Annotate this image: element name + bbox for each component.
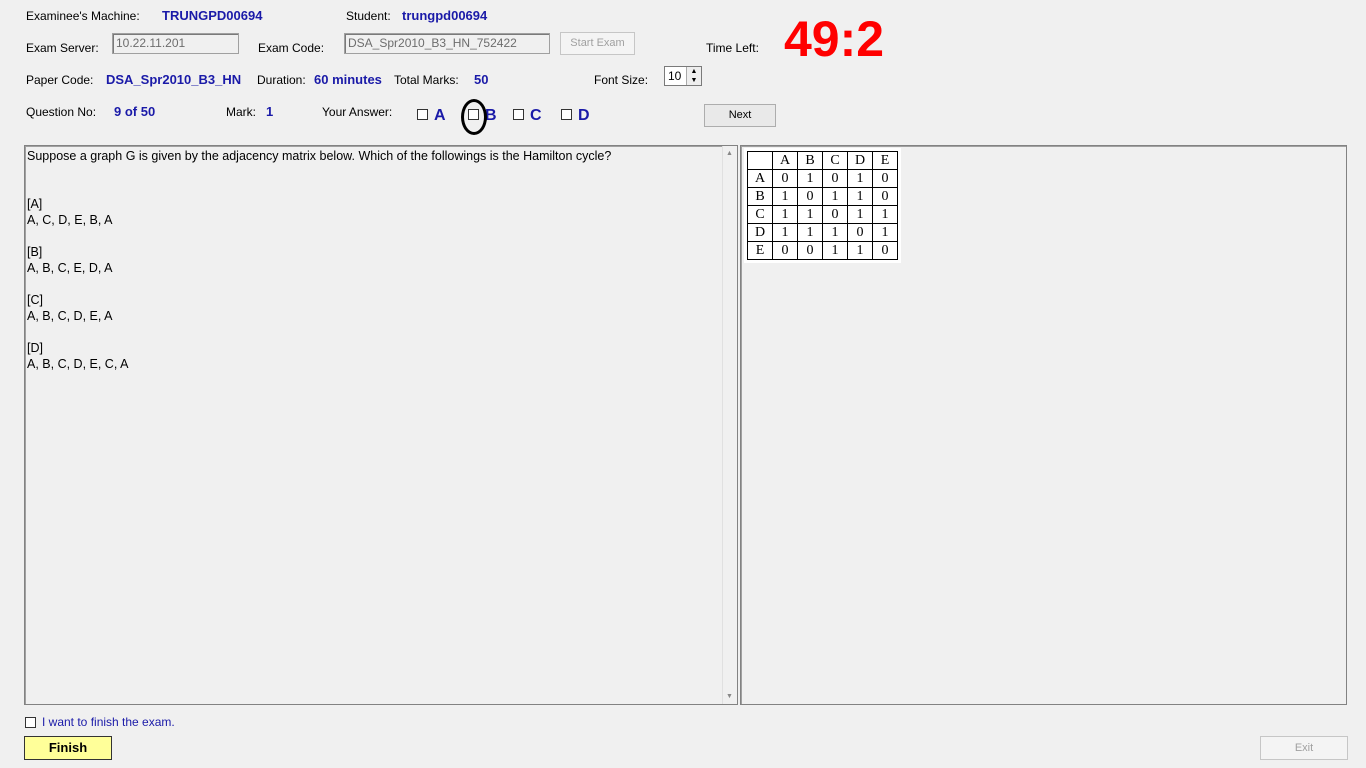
answer-a-label: A	[434, 107, 446, 124]
matrix-cell: 1	[872, 223, 898, 242]
matrix-row-header: B	[747, 187, 773, 206]
scroll-up-icon[interactable]: ▲	[726, 150, 733, 157]
duration-label: Duration:	[257, 73, 306, 87]
mark-label: Mark:	[226, 105, 256, 119]
matrix-cell: 1	[822, 241, 848, 260]
question-scrollbar[interactable]: ▲ ▼	[722, 146, 737, 704]
matrix-col-header: E	[872, 151, 898, 170]
matrix-cell: 0	[772, 169, 798, 188]
matrix-cell: 1	[847, 169, 873, 188]
answer-c-label: C	[530, 107, 542, 124]
scroll-down-icon[interactable]: ▼	[726, 693, 733, 700]
matrix-cell: 0	[847, 223, 873, 242]
matrix-corner	[747, 151, 773, 170]
matrix-cell: 1	[847, 241, 873, 260]
matrix-cell: 1	[872, 205, 898, 224]
font-size-value: 10	[668, 69, 682, 83]
spin-down-icon[interactable]: ▼	[686, 76, 701, 85]
time-left-value: 49:2	[784, 11, 885, 67]
answer-b-text: A, B, C, E, D, A	[27, 261, 113, 275]
font-size-label: Font Size:	[594, 73, 649, 87]
answer-c-tag: [C]	[27, 293, 43, 307]
matrix-cell: 1	[847, 187, 873, 206]
student-label: Student:	[346, 9, 391, 23]
matrix-cell: 0	[822, 205, 848, 224]
matrix-row-header: A	[747, 169, 773, 188]
matrix-cell: 1	[772, 223, 798, 242]
next-button[interactable]: Next	[704, 104, 776, 127]
matrix-row-header: C	[747, 205, 773, 224]
matrix-cell: 1	[772, 187, 798, 206]
time-left-label: Time Left:	[706, 41, 759, 55]
exit-button[interactable]: Exit	[1260, 736, 1348, 760]
mark-value: 1	[266, 104, 274, 119]
machine-label: Examinee's Machine:	[26, 9, 140, 23]
matrix-row-header: E	[747, 241, 773, 260]
matrix-cell: 0	[872, 169, 898, 188]
matrix-cell: 0	[872, 187, 898, 206]
total-marks-value: 50	[474, 72, 489, 87]
paper-code-value: DSA_Spr2010_B3_HN	[106, 72, 242, 87]
answer-a-checkbox[interactable]	[417, 109, 428, 120]
matrix-cell: 1	[797, 223, 823, 242]
matrix-cell: 1	[822, 223, 848, 242]
matrix-col-header: A	[772, 151, 798, 170]
question-text: Suppose a graph G is given by the adjace…	[27, 149, 612, 163]
paper-code-label: Paper Code:	[26, 73, 94, 87]
matrix-cell: 1	[772, 205, 798, 224]
answer-a-text: A, C, D, E, B, A	[27, 213, 113, 227]
question-no-value: 9 of 50	[114, 104, 156, 119]
image-panel: A B C D E A 0 1 0 1 0 B 1 0 1 1 0 C 1 1 …	[740, 145, 1347, 705]
finish-confirm-label[interactable]: I want to finish the exam.	[42, 715, 175, 729]
matrix-cell: 1	[797, 169, 823, 188]
answer-c-text: A, B, C, D, E, A	[27, 309, 113, 323]
answer-d-checkbox[interactable]	[561, 109, 572, 120]
answer-a-tag: [A]	[27, 197, 43, 211]
question-panel: Suppose a graph G is given by the adjace…	[24, 145, 738, 705]
duration-value: 60 minutes	[314, 72, 382, 87]
question-no-label: Question No:	[26, 105, 97, 119]
total-marks-label: Total Marks:	[394, 73, 459, 87]
matrix-cell: 0	[797, 241, 823, 260]
matrix-col-header: B	[797, 151, 823, 170]
finish-confirm-checkbox[interactable]	[25, 717, 36, 728]
server-field[interactable]: 10.22.11.201	[112, 33, 239, 54]
exam-code-field[interactable]: DSA_Spr2010_B3_HN_752422	[344, 33, 550, 54]
matrix-cell: 1	[847, 205, 873, 224]
matrix-cell: 0	[772, 241, 798, 260]
answer-c-checkbox[interactable]	[513, 109, 524, 120]
matrix-cell: 0	[797, 187, 823, 206]
server-label: Exam Server:	[26, 41, 99, 55]
answer-b-tag: [B]	[27, 245, 43, 259]
adjacency-matrix: A B C D E A 0 1 0 1 0 B 1 0 1 1 0 C 1 1 …	[747, 151, 898, 260]
matrix-col-header: C	[822, 151, 848, 170]
adjacency-matrix-image: A B C D E A 0 1 0 1 0 B 1 0 1 1 0 C 1 1 …	[744, 148, 901, 263]
student-value: trungpd00694	[402, 8, 488, 23]
highlight-circle	[461, 99, 487, 135]
matrix-cell: 1	[822, 187, 848, 206]
answer-d-label: D	[578, 107, 590, 124]
finish-button[interactable]: Finish	[24, 736, 112, 760]
matrix-cell: 0	[872, 241, 898, 260]
matrix-col-header: D	[847, 151, 873, 170]
matrix-cell: 1	[797, 205, 823, 224]
matrix-cell: 0	[822, 169, 848, 188]
answer-d-text: A, B, C, D, E, C, A	[27, 357, 129, 371]
font-size-spinner[interactable]: 10 ▲ ▼	[664, 66, 702, 86]
exam-code-label: Exam Code:	[258, 41, 325, 55]
answer-d-tag: [D]	[27, 341, 43, 355]
start-exam-button[interactable]: Start Exam	[560, 32, 635, 55]
your-answer-label: Your Answer:	[322, 105, 393, 119]
matrix-row-header: D	[747, 223, 773, 242]
machine-value: TRUNGPD00694	[162, 8, 263, 23]
